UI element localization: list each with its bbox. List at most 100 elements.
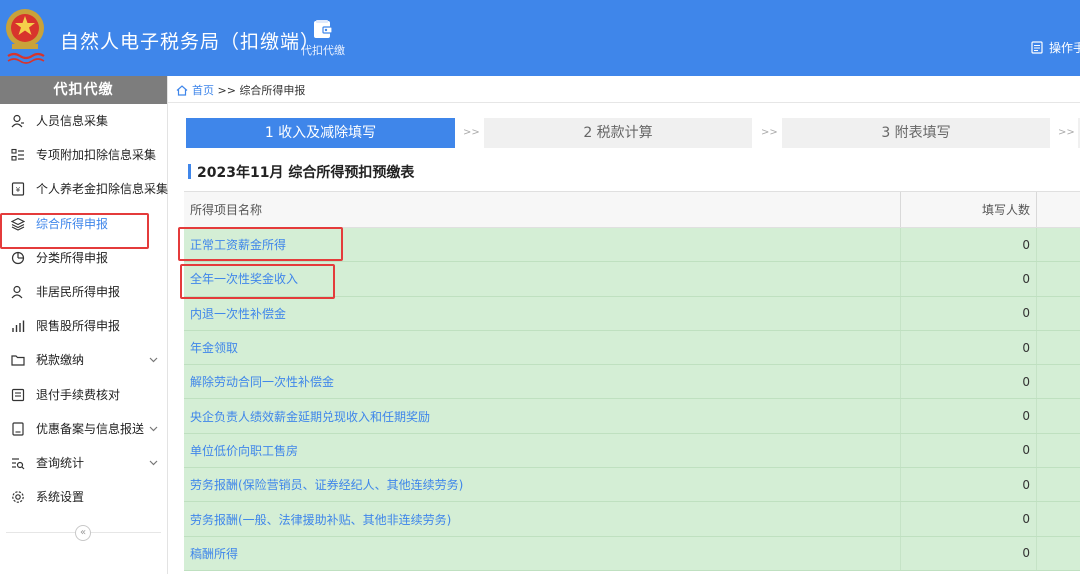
extra-cell bbox=[1036, 433, 1080, 468]
sidebar-item-label: 限售股所得申报 bbox=[36, 319, 121, 334]
list-icon bbox=[11, 149, 24, 161]
app-header: 自然人电子税务局（扣缴端） 代扣代缴 操作手 bbox=[0, 0, 1080, 76]
user-icon bbox=[11, 285, 23, 299]
table-row: 年金领取 0 bbox=[184, 330, 1080, 366]
sidebar-item-label: 税款缴纳 bbox=[36, 353, 85, 368]
sidebar-item-label: 人员信息采集 bbox=[36, 114, 109, 128]
sidebar-item-tax-payment[interactable]: 税款缴纳 bbox=[0, 343, 167, 377]
extra-cell bbox=[1036, 296, 1080, 330]
income-item-link[interactable]: 年金领取 bbox=[190, 331, 238, 364]
income-item-link[interactable]: 内退一次性补偿金 bbox=[190, 297, 286, 330]
sidebar-item-query-stats[interactable]: 查询统计 bbox=[0, 446, 167, 480]
filled-count: 0 bbox=[900, 262, 1036, 296]
highlight-box-row-2 bbox=[180, 264, 335, 299]
sidebar-item-label: 退付手续费核对 bbox=[36, 387, 121, 402]
filled-count: 0 bbox=[900, 468, 1036, 502]
extra-cell bbox=[1036, 502, 1080, 536]
top-nav-withholding[interactable]: 代扣代缴 bbox=[290, 18, 356, 74]
breadcrumb-separator: >> bbox=[217, 84, 236, 97]
sidebar: 代扣代缴 人员信息采集 专项附加扣除信息采集 ¥ 个人养老金扣除信息采集 综合所… bbox=[0, 76, 168, 574]
sidebar-item-label: 非居民所得申报 bbox=[36, 284, 121, 299]
sidebar-item-label: 专项附加扣除信息采集 bbox=[36, 148, 157, 163]
income-item-link[interactable]: 劳务报酬(一般、法律援助补贴、其他非连续劳务) bbox=[190, 502, 451, 535]
column-header-count: 填写人数 bbox=[900, 192, 1036, 227]
query-icon bbox=[12, 458, 25, 470]
pie-icon bbox=[11, 251, 25, 264]
step-separator: >> bbox=[761, 127, 778, 138]
income-item-link[interactable]: 单位低价向职工售房 bbox=[190, 434, 298, 467]
sidebar-item-non-resident[interactable]: 非居民所得申报 bbox=[0, 275, 167, 309]
section-title: 2023年11月 综合所得预扣预缴表 bbox=[188, 162, 414, 182]
step-separator: >> bbox=[463, 127, 480, 138]
extra-cell bbox=[1036, 262, 1080, 296]
svg-text:¥: ¥ bbox=[16, 186, 21, 194]
filled-count: 0 bbox=[900, 365, 1036, 399]
income-item-link[interactable]: 解除劳动合同一次性补偿金 bbox=[190, 365, 334, 398]
breadcrumb-divider bbox=[168, 102, 1080, 103]
pension-icon: ¥ bbox=[11, 182, 25, 196]
table-header: 所得项目名称 填写人数 bbox=[184, 191, 1080, 228]
ledger-icon bbox=[11, 388, 25, 401]
sidebar-item-special-deduction[interactable]: 专项附加扣除信息采集 bbox=[0, 138, 167, 172]
app-title: 自然人电子税务局（扣缴端） bbox=[60, 31, 321, 53]
table-row: 单位低价向职工售房 0 bbox=[184, 433, 1080, 469]
breadcrumb-current: 综合所得申报 bbox=[239, 84, 306, 97]
extra-cell bbox=[1036, 365, 1080, 399]
step-tax-calculation[interactable]: 2 税款计算 bbox=[484, 118, 752, 148]
sidebar-item-label: 查询统计 bbox=[36, 455, 85, 470]
filled-count: 0 bbox=[900, 330, 1036, 365]
table-row: 央企负责人绩效薪金延期兑现收入和任期奖励 0 bbox=[184, 399, 1080, 434]
income-item-link[interactable]: 央企负责人绩效薪金延期兑现收入和任期奖励 bbox=[190, 399, 430, 432]
tax-emblem-logo bbox=[6, 9, 45, 64]
table-row: 解除劳动合同一次性补偿金 0 bbox=[184, 365, 1080, 400]
sidebar-item-person-info[interactable]: 人员信息采集 bbox=[0, 104, 167, 138]
table-row: 劳务报酬(保险营销员、证券经纪人、其他连续劳务) 0 bbox=[184, 468, 1080, 503]
chevron-down-icon bbox=[149, 426, 158, 432]
extra-cell bbox=[1036, 399, 1080, 433]
sidebar-item-restricted-stock[interactable]: 限售股所得申报 bbox=[0, 309, 167, 343]
extra-cell bbox=[1036, 228, 1080, 262]
sidebar-item-label: 优惠备案与信息报送 bbox=[36, 421, 145, 436]
sidebar-heading: 代扣代缴 bbox=[0, 76, 167, 104]
filled-count: 0 bbox=[900, 536, 1036, 570]
extra-cell bbox=[1036, 468, 1080, 502]
chevron-down-icon bbox=[149, 460, 158, 466]
sidebar-item-preferential-filing[interactable]: 优惠备案与信息报送 bbox=[0, 412, 167, 446]
highlight-box-row-1 bbox=[178, 227, 343, 261]
breadcrumb-home-link[interactable]: 首页 bbox=[192, 84, 214, 97]
highlight-box-sidebar bbox=[0, 213, 149, 249]
income-item-link[interactable]: 劳务报酬(保险营销员、证券经纪人、其他连续劳务) bbox=[190, 468, 463, 501]
sidebar-item-label: 系统设置 bbox=[36, 490, 85, 505]
chevron-down-icon bbox=[149, 357, 158, 363]
step-income-deduction[interactable]: 1 收入及减除填写 bbox=[186, 118, 455, 148]
home-icon bbox=[176, 85, 188, 96]
collapse-sidebar-button[interactable]: « bbox=[75, 525, 91, 541]
person-icon bbox=[11, 114, 24, 128]
sidebar-item-label: 个人养老金扣除信息采集 bbox=[36, 182, 169, 197]
table-row: 劳务报酬(一般、法律援助补贴、其他非连续劳务) 0 bbox=[184, 502, 1080, 537]
income-item-link[interactable]: 稿酬所得 bbox=[190, 537, 238, 570]
filled-count: 0 bbox=[900, 296, 1036, 330]
sidebar-item-refund-fee-check[interactable]: 退付手续费核对 bbox=[0, 378, 167, 412]
column-header-item-name: 所得项目名称 bbox=[190, 203, 263, 217]
folder-icon bbox=[11, 355, 25, 366]
operations-label: 操作手 bbox=[1049, 41, 1080, 55]
table-row: 稿酬所得 0 bbox=[184, 536, 1080, 571]
filled-count: 0 bbox=[900, 433, 1036, 468]
extra-cell bbox=[1036, 330, 1080, 365]
filled-count: 0 bbox=[900, 502, 1036, 536]
document-icon bbox=[12, 422, 24, 436]
filled-count: 0 bbox=[900, 228, 1036, 262]
bar-chart-icon bbox=[12, 320, 25, 333]
step-schedule-filling[interactable]: 3 附表填写 bbox=[782, 118, 1050, 148]
sidebar-item-pension[interactable]: ¥ 个人养老金扣除信息采集 bbox=[0, 172, 169, 206]
sidebar-item-label: 分类所得申报 bbox=[36, 250, 109, 265]
wallet-icon bbox=[314, 20, 333, 38]
filled-count: 0 bbox=[900, 399, 1036, 433]
top-nav-label: 代扣代缴 bbox=[301, 44, 345, 57]
gear-icon bbox=[12, 491, 24, 503]
sidebar-item-system-settings[interactable]: 系统设置 bbox=[0, 480, 167, 514]
document-icon bbox=[1031, 41, 1043, 54]
operations-menu[interactable]: 操作手 bbox=[1031, 39, 1080, 56]
column-header-extra bbox=[1036, 192, 1080, 227]
